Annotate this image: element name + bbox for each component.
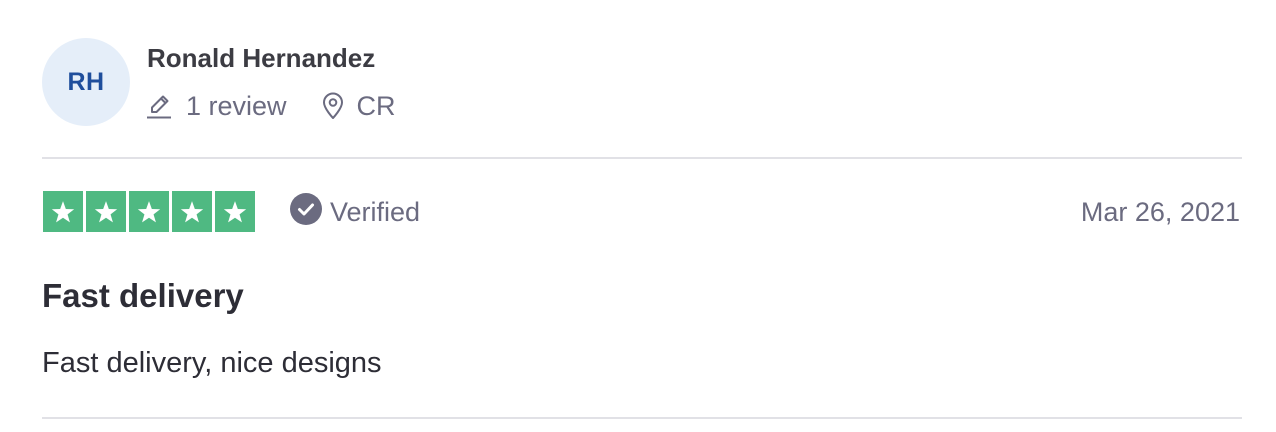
verified-badge[interactable]: Verified — [290, 192, 421, 228]
star-icon — [86, 191, 126, 232]
verified-label: Verified — [330, 196, 421, 227]
consumer-meta: 1 review CR — [146, 88, 396, 124]
avatar[interactable]: RH — [42, 38, 130, 126]
star-rating — [43, 191, 255, 232]
review-text: Fast delivery, nice designs — [42, 347, 382, 379]
review-title[interactable]: Fast delivery — [42, 276, 244, 316]
footer-divider — [42, 417, 1242, 419]
header-divider — [42, 157, 1242, 159]
pencil-icon — [146, 92, 172, 120]
review-card: RH Ronald Hernandez 1 review CR Verified… — [42, 0, 1242, 432]
location-pin-icon — [321, 92, 345, 120]
avatar-initials: RH — [67, 67, 105, 96]
star-icon — [172, 191, 212, 232]
star-icon — [215, 191, 255, 232]
consumer-country: CR — [356, 90, 396, 121]
consumer-name[interactable]: Ronald Hernandez — [147, 42, 375, 74]
review-date: Mar 26, 2021 — [1080, 197, 1240, 227]
star-icon — [43, 191, 83, 232]
star-icon — [129, 191, 169, 232]
review-count[interactable]: 1 review — [186, 91, 287, 122]
check-circle-icon — [290, 192, 322, 232]
